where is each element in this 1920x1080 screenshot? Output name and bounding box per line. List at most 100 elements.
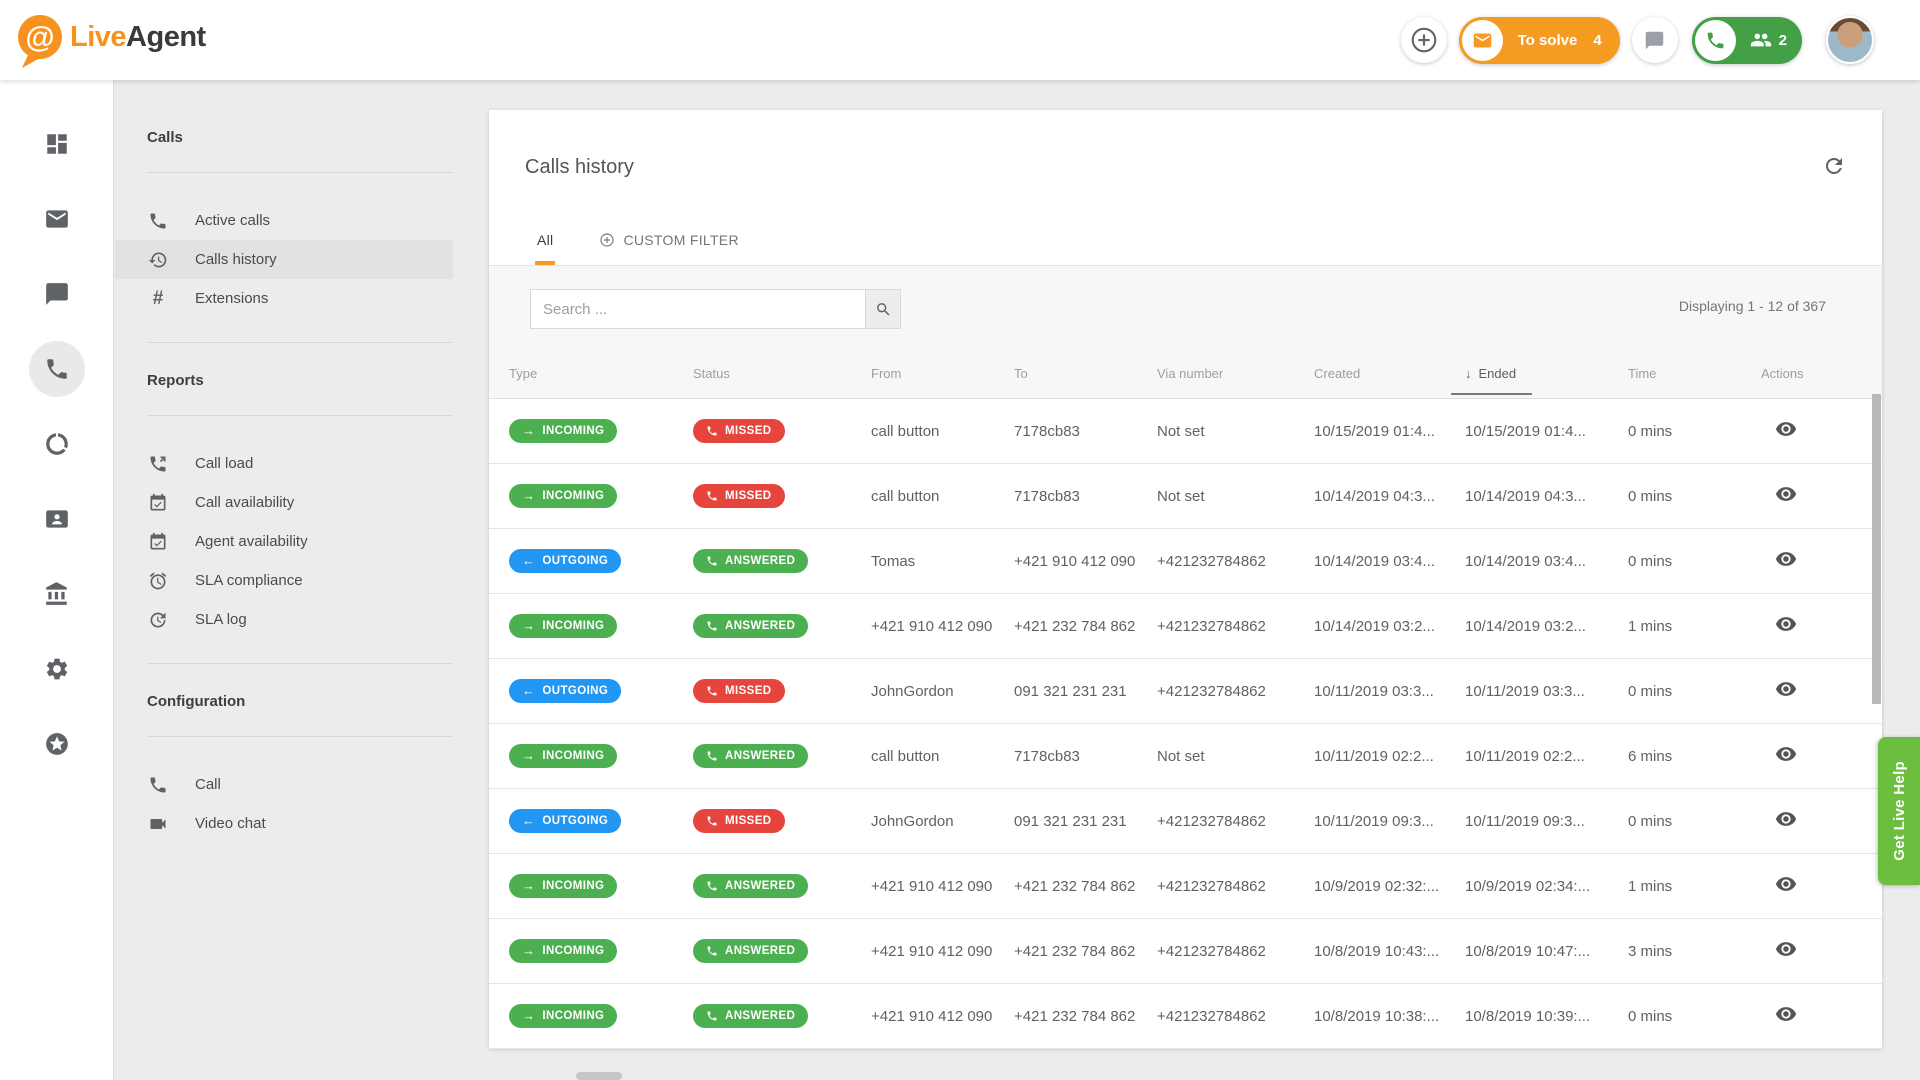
call-row[interactable]: →INCOMINGANSWERED+421 910 412 090+421 23…	[489, 594, 1882, 659]
to-solve-button[interactable]: To solve 4	[1459, 17, 1620, 64]
sidebar-item-call[interactable]: Call	[115, 765, 453, 804]
call-row[interactable]: ←OUTGOINGANSWEREDTomas+421 910 412 090+4…	[489, 529, 1882, 594]
cell-from: +421 910 412 090	[871, 878, 1014, 895]
view-call-button[interactable]	[1775, 613, 1797, 635]
rail-bank-icon[interactable]	[29, 566, 85, 622]
liveagent-logo[interactable]: @ LiveAgent	[14, 12, 206, 68]
rail-contacts-icon[interactable]	[29, 491, 85, 547]
sidebar-item-call-load[interactable]: Call load	[115, 444, 453, 483]
view-call-button[interactable]	[1775, 873, 1797, 895]
call-row[interactable]: →INCOMINGANSWEREDcall button7178cb83Not …	[489, 724, 1882, 789]
column-label: Via number	[1157, 366, 1223, 381]
phone-callback-icon	[147, 454, 169, 474]
column-header-type[interactable]: Type	[509, 366, 693, 381]
cell-actions	[1761, 873, 1882, 899]
videocam-icon	[147, 814, 169, 834]
calls-online-button[interactable]: 2	[1692, 17, 1802, 64]
calls-history-panel: Calls history AllCUSTOM FILTER Displayin…	[489, 110, 1882, 1048]
cell-created: 10/8/2019 10:43:...	[1314, 943, 1465, 960]
cell-via-number: Not set	[1157, 488, 1314, 505]
phone-icon	[706, 945, 718, 957]
add-new-button[interactable]	[1401, 17, 1447, 63]
call-row[interactable]: →INCOMINGMISSEDcall button7178cb83Not se…	[489, 399, 1882, 464]
rail-star-icon[interactable]	[29, 716, 85, 772]
sidebar-item-call-availability[interactable]: Call availability	[115, 483, 453, 522]
column-header-ended[interactable]: ↓Ended	[1465, 366, 1628, 381]
user-avatar[interactable]	[1826, 16, 1874, 64]
sidebar-item-extensions[interactable]: #Extensions	[115, 279, 453, 318]
sidebar-item-sla-compliance[interactable]: SLA compliance	[115, 561, 453, 600]
arrow-right-icon: →	[522, 1011, 535, 1021]
cell-time: 6 mins	[1628, 748, 1761, 765]
column-header-status[interactable]: Status	[693, 366, 871, 381]
column-header-from[interactable]: From	[871, 366, 1014, 381]
cell-status: ANSWERED	[693, 1004, 871, 1028]
vertical-scrollbar[interactable]	[1872, 394, 1881, 704]
eye-icon	[1775, 548, 1797, 570]
update-icon	[147, 610, 169, 630]
call-row[interactable]: →INCOMINGMISSEDcall button7178cb83Not se…	[489, 464, 1882, 529]
status-badge: ANSWERED	[693, 614, 808, 638]
status-badge: MISSED	[693, 419, 785, 443]
arrow-right-icon: →	[522, 946, 535, 956]
tab-all[interactable]: All	[535, 232, 555, 265]
column-header-actions[interactable]: Actions	[1761, 366, 1882, 381]
view-call-button[interactable]	[1775, 418, 1797, 440]
column-header-to[interactable]: To	[1014, 366, 1157, 381]
panel-header: Calls history AllCUSTOM FILTER	[489, 110, 1882, 266]
rail-mail-icon[interactable]	[29, 191, 85, 247]
rail-phone-icon[interactable]	[29, 341, 85, 397]
rail-chat-icon[interactable]	[29, 266, 85, 322]
call-row[interactable]: →INCOMINGANSWERED+421 910 412 090+421 23…	[489, 984, 1882, 1049]
eye-icon	[1775, 743, 1797, 765]
search-button[interactable]	[865, 289, 901, 329]
view-call-button[interactable]	[1775, 808, 1797, 830]
sidebar-section-reports: Reports	[147, 369, 453, 393]
phone-icon	[706, 425, 718, 437]
tab-custom-filter[interactable]: CUSTOM FILTER	[597, 232, 740, 265]
view-call-button[interactable]	[1775, 743, 1797, 765]
rail-dashboard-icon[interactable]	[29, 116, 85, 172]
get-live-help-button[interactable]: Get Live Help	[1878, 737, 1920, 885]
refresh-button[interactable]	[1822, 154, 1846, 178]
alarm-icon	[147, 571, 169, 591]
sidebar-item-sla-log[interactable]: SLA log	[115, 600, 453, 639]
sidebar-item-video-chat[interactable]: Video chat	[115, 804, 453, 843]
call-row[interactable]: →INCOMINGANSWERED+421 910 412 090+421 23…	[489, 919, 1882, 984]
sidebar-item-calls-history[interactable]: Calls history	[115, 240, 453, 279]
rail-sync-icon[interactable]	[29, 416, 85, 472]
column-header-via-number[interactable]: Via number	[1157, 366, 1314, 381]
rail-settings-icon[interactable]	[29, 641, 85, 697]
sidebar-item-active-calls[interactable]: Active calls	[115, 201, 453, 240]
call-row[interactable]: ←OUTGOINGMISSEDJohnGordon091 321 231 231…	[489, 659, 1882, 724]
column-header-created[interactable]: Created	[1314, 366, 1465, 381]
event-available-icon	[147, 532, 169, 552]
sidebar-item-agent-availability[interactable]: Agent availability	[115, 522, 453, 561]
view-call-button[interactable]	[1775, 483, 1797, 505]
sidebar-section-calls: Calls	[147, 126, 453, 150]
type-badge: →INCOMING	[509, 939, 617, 963]
view-call-button[interactable]	[1775, 548, 1797, 570]
sidebar-item-label: SLA compliance	[195, 572, 303, 589]
search-input[interactable]	[530, 289, 866, 329]
sidebar-item-label: Agent availability	[195, 533, 308, 550]
horizontal-scrollbar[interactable]	[576, 1072, 622, 1080]
column-label: From	[871, 366, 901, 381]
call-row[interactable]: →INCOMINGANSWERED+421 910 412 090+421 23…	[489, 854, 1882, 919]
cell-to: 091 321 231 231	[1014, 683, 1157, 700]
table-header: TypeStatusFrom ToVia number Created↓EndedT…	[489, 348, 1882, 398]
plus-circle-icon	[599, 232, 615, 248]
view-call-button[interactable]	[1775, 678, 1797, 700]
call-row[interactable]: ←OUTGOINGMISSEDJohnGordon091 321 231 231…	[489, 789, 1882, 854]
cell-type: →INCOMING	[509, 1004, 693, 1028]
chats-button[interactable]	[1632, 17, 1678, 63]
view-call-button[interactable]	[1775, 938, 1797, 960]
cell-from: +421 910 412 090	[871, 1008, 1014, 1025]
plus-circle-icon	[1409, 25, 1439, 55]
column-header-time[interactable]: Time	[1628, 366, 1761, 381]
hash-icon: #	[147, 289, 169, 309]
cell-actions	[1761, 743, 1882, 769]
toolbar: Displaying 1 - 12 of 367	[489, 266, 1882, 348]
view-call-button[interactable]	[1775, 1003, 1797, 1025]
arrow-left-icon: ←	[522, 556, 535, 566]
